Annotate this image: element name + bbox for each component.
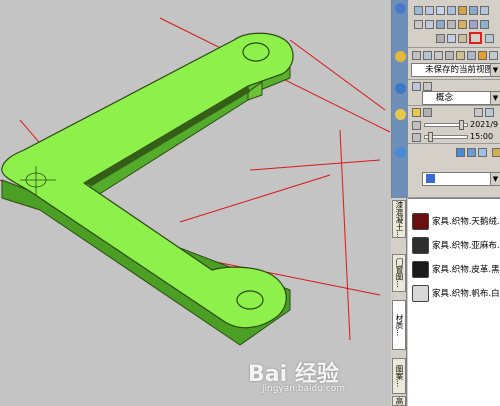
- time-slider[interactable]: [424, 132, 468, 142]
- 3d-tools-icon: [394, 3, 406, 14]
- palette-strip-3d: [392, 0, 408, 48]
- materials-list: 家具.织物.天鹅绒... 家具.织物.亚麻布... 家具.织物.皮革.黑色 家具…: [408, 198, 500, 406]
- date-slider[interactable]: [424, 120, 468, 130]
- palette-tabs: 漆混凝土... 门窗图... 材质... 图案... 高级材...: [391, 198, 407, 406]
- layer-icon: [394, 147, 406, 158]
- material-swatch: [412, 260, 429, 278]
- shell-tool-icon[interactable]: [485, 34, 494, 43]
- material-swatch: [412, 212, 429, 230]
- palette-strip-view: [392, 48, 408, 80]
- layer-tool-icon[interactable]: [456, 148, 465, 157]
- tab-advanced-materials[interactable]: 高级材...: [392, 396, 406, 406]
- list-item[interactable]: 家具.织物.天鹅绒...: [412, 211, 500, 231]
- upper-hole: [242, 42, 270, 62]
- thicken-tool-icon[interactable]: [458, 34, 467, 43]
- intersect-tool-icon[interactable]: [480, 20, 489, 29]
- subtract-tool-icon[interactable]: [469, 20, 478, 29]
- walk-tool-icon[interactable]: [456, 51, 465, 60]
- palette-strip-sun: [392, 106, 408, 144]
- wedge-tool-icon[interactable]: [458, 6, 467, 15]
- tab-materials[interactable]: 材质...: [392, 300, 406, 350]
- material-label: 家具.织物.天鹅绒...: [432, 217, 500, 227]
- list-item[interactable]: 家具.织物.亚麻布...: [412, 235, 500, 255]
- material-label: 家具.织物.皮革.黑色: [432, 265, 500, 275]
- shadow-icon[interactable]: [474, 108, 483, 117]
- pyramid-tool-icon[interactable]: [480, 6, 489, 15]
- material-label: 家具.织物.亚麻布...: [432, 241, 500, 251]
- layer-state-icon[interactable]: [478, 148, 487, 157]
- wireframe-style-icon[interactable]: [412, 82, 421, 91]
- 3d-tools-panel: [408, 0, 500, 48]
- layer-panel: ▼: [408, 144, 500, 198]
- zoom-tool-icon[interactable]: [423, 51, 432, 60]
- camera-tool-icon[interactable]: [445, 51, 454, 60]
- hidden-style-icon[interactable]: [423, 82, 432, 91]
- sun-properties-icon[interactable]: [423, 108, 432, 117]
- time-value: 15:00: [470, 132, 494, 141]
- tab-concrete[interactable]: 漆混凝土...: [392, 200, 406, 238]
- named-view-value: 未保存的当前视图: [425, 65, 494, 75]
- cone-tool-icon[interactable]: [436, 6, 445, 15]
- tab-hatch[interactable]: 图案...: [392, 358, 406, 394]
- sphere-tool-icon[interactable]: [447, 6, 456, 15]
- sun-status-icon[interactable]: [412, 108, 421, 117]
- tool-palette: 未保存的当前视图 ▼ 概念 ▼ 2021/9 15:00 ▼ 家具.织物.天鹅绒…: [391, 0, 500, 406]
- date-slider-thumb[interactable]: [459, 120, 464, 130]
- layer-select[interactable]: ▼: [422, 172, 500, 186]
- list-item[interactable]: 家具.织物.帆布.白色: [412, 283, 500, 303]
- grid-line: [249, 159, 381, 171]
- named-view-select[interactable]: 未保存的当前视图 ▼: [411, 63, 500, 77]
- parallel-view-icon[interactable]: [489, 51, 498, 60]
- section-tool-icon[interactable]: [447, 34, 456, 43]
- date-icon: [412, 121, 421, 130]
- scene-canvas[interactable]: [0, 0, 391, 406]
- watermark-url: jingyan.baidu.com: [262, 384, 346, 394]
- grid-line: [339, 129, 351, 341]
- fly-tool-icon[interactable]: [467, 51, 476, 60]
- material-swatch: [412, 284, 429, 302]
- visual-style-select[interactable]: 概念 ▼: [422, 91, 500, 105]
- sweep-tool-icon[interactable]: [436, 20, 445, 29]
- highlighted-tool-button[interactable]: [469, 32, 482, 44]
- material-label: 家具.织物.帆布.白色: [432, 289, 500, 299]
- date-value: 2021/9: [470, 120, 499, 129]
- chevron-down-icon[interactable]: ▼: [490, 64, 500, 76]
- grid-line: [289, 39, 386, 111]
- tab-door-window[interactable]: 门窗图...: [392, 254, 406, 292]
- palette-strip-layer: [392, 144, 408, 198]
- extrude-tool-icon[interactable]: [414, 20, 423, 29]
- sun-panel: 2021/9 15:00: [408, 106, 500, 144]
- layer-color-swatch: [426, 174, 435, 183]
- l-shaped-link-top: [1, 32, 294, 329]
- layer-props-icon[interactable]: [467, 148, 476, 157]
- geolocation-icon[interactable]: [485, 108, 494, 117]
- view-panel: 未保存的当前视图 ▼: [408, 48, 500, 80]
- chevron-down-icon[interactable]: ▼: [490, 92, 500, 104]
- layer-freeze-icon[interactable]: [492, 148, 500, 157]
- orbit-tool-icon[interactable]: [434, 51, 443, 60]
- pan-tool-icon[interactable]: [412, 51, 421, 60]
- material-swatch: [412, 236, 429, 254]
- chevron-down-icon[interactable]: ▼: [490, 173, 500, 185]
- view-cube-icon[interactable]: [478, 51, 487, 60]
- box-tool-icon[interactable]: [414, 6, 423, 15]
- time-slider-thumb[interactable]: [428, 132, 433, 142]
- loft-tool-icon[interactable]: [447, 20, 456, 29]
- time-icon: [412, 133, 421, 142]
- view-icon: [394, 51, 406, 62]
- model-viewport[interactable]: Bai 经验 jingyan.baidu.com: [0, 0, 391, 406]
- sun-icon: [394, 109, 406, 120]
- lower-hole: [236, 290, 264, 310]
- grid-line: [179, 174, 331, 223]
- palette-strip-style: [392, 80, 408, 106]
- revolve-tool-icon[interactable]: [425, 20, 434, 29]
- cylinder-tool-icon[interactable]: [425, 6, 434, 15]
- slice-tool-icon[interactable]: [436, 34, 445, 43]
- visual-style-panel: 概念 ▼: [408, 80, 500, 106]
- union-tool-icon[interactable]: [458, 20, 467, 29]
- visual-style-icon: [394, 83, 406, 94]
- visual-style-value: 概念: [436, 93, 454, 103]
- list-item[interactable]: 家具.织物.皮革.黑色: [412, 259, 500, 279]
- torus-tool-icon[interactable]: [469, 6, 478, 15]
